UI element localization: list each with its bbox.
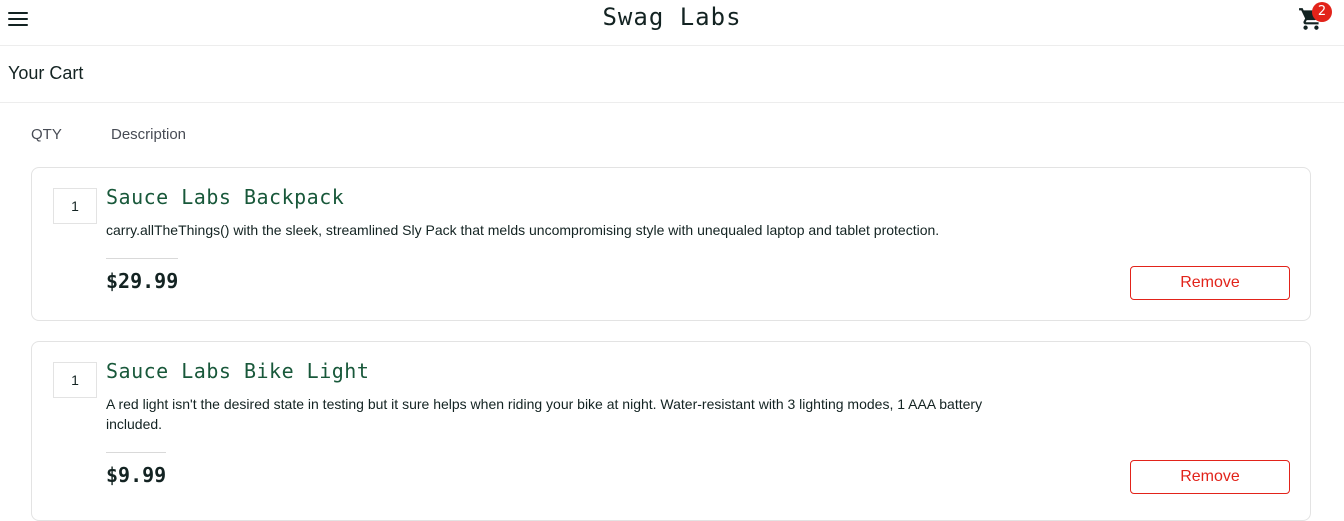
qty-column-label: QTY xyxy=(31,126,62,143)
secondary-header: Your Cart xyxy=(0,46,1344,103)
menu-button[interactable] xyxy=(8,9,28,29)
cart-item: 1 Sauce Labs Bike Light A red light isn'… xyxy=(31,341,1311,521)
item-name-link[interactable]: Sauce Labs Backpack xyxy=(106,185,344,209)
cart-item: 1 Sauce Labs Backpack carry.allTheThings… xyxy=(31,167,1311,321)
item-quantity: 1 xyxy=(53,188,97,224)
remove-button[interactable]: Remove xyxy=(1130,266,1290,300)
item-description: carry.allTheThings() with the sleek, str… xyxy=(106,222,940,238)
item-description: A red light isn't the desired state in t… xyxy=(106,396,983,432)
item-price: $29.99 xyxy=(106,269,179,293)
item-price: $9.99 xyxy=(106,463,167,487)
menu-icon-bar xyxy=(8,12,28,14)
menu-icon-bar xyxy=(8,24,28,26)
item-name-link[interactable]: Sauce Labs Bike Light xyxy=(106,359,369,383)
primary-header: Swag Labs 2 xyxy=(0,0,1344,46)
remove-button[interactable]: Remove xyxy=(1130,460,1290,494)
price-divider xyxy=(106,452,166,453)
app-title: Swag Labs xyxy=(602,3,742,31)
menu-icon-bar xyxy=(8,18,28,20)
cart-badge: 2 xyxy=(1312,2,1332,22)
item-quantity: 1 xyxy=(53,362,97,398)
price-divider xyxy=(106,258,178,259)
description-column-label: Description xyxy=(111,126,187,143)
page-title: Your Cart xyxy=(8,63,84,83)
shopping-cart-link[interactable]: 2 xyxy=(1297,2,1337,36)
